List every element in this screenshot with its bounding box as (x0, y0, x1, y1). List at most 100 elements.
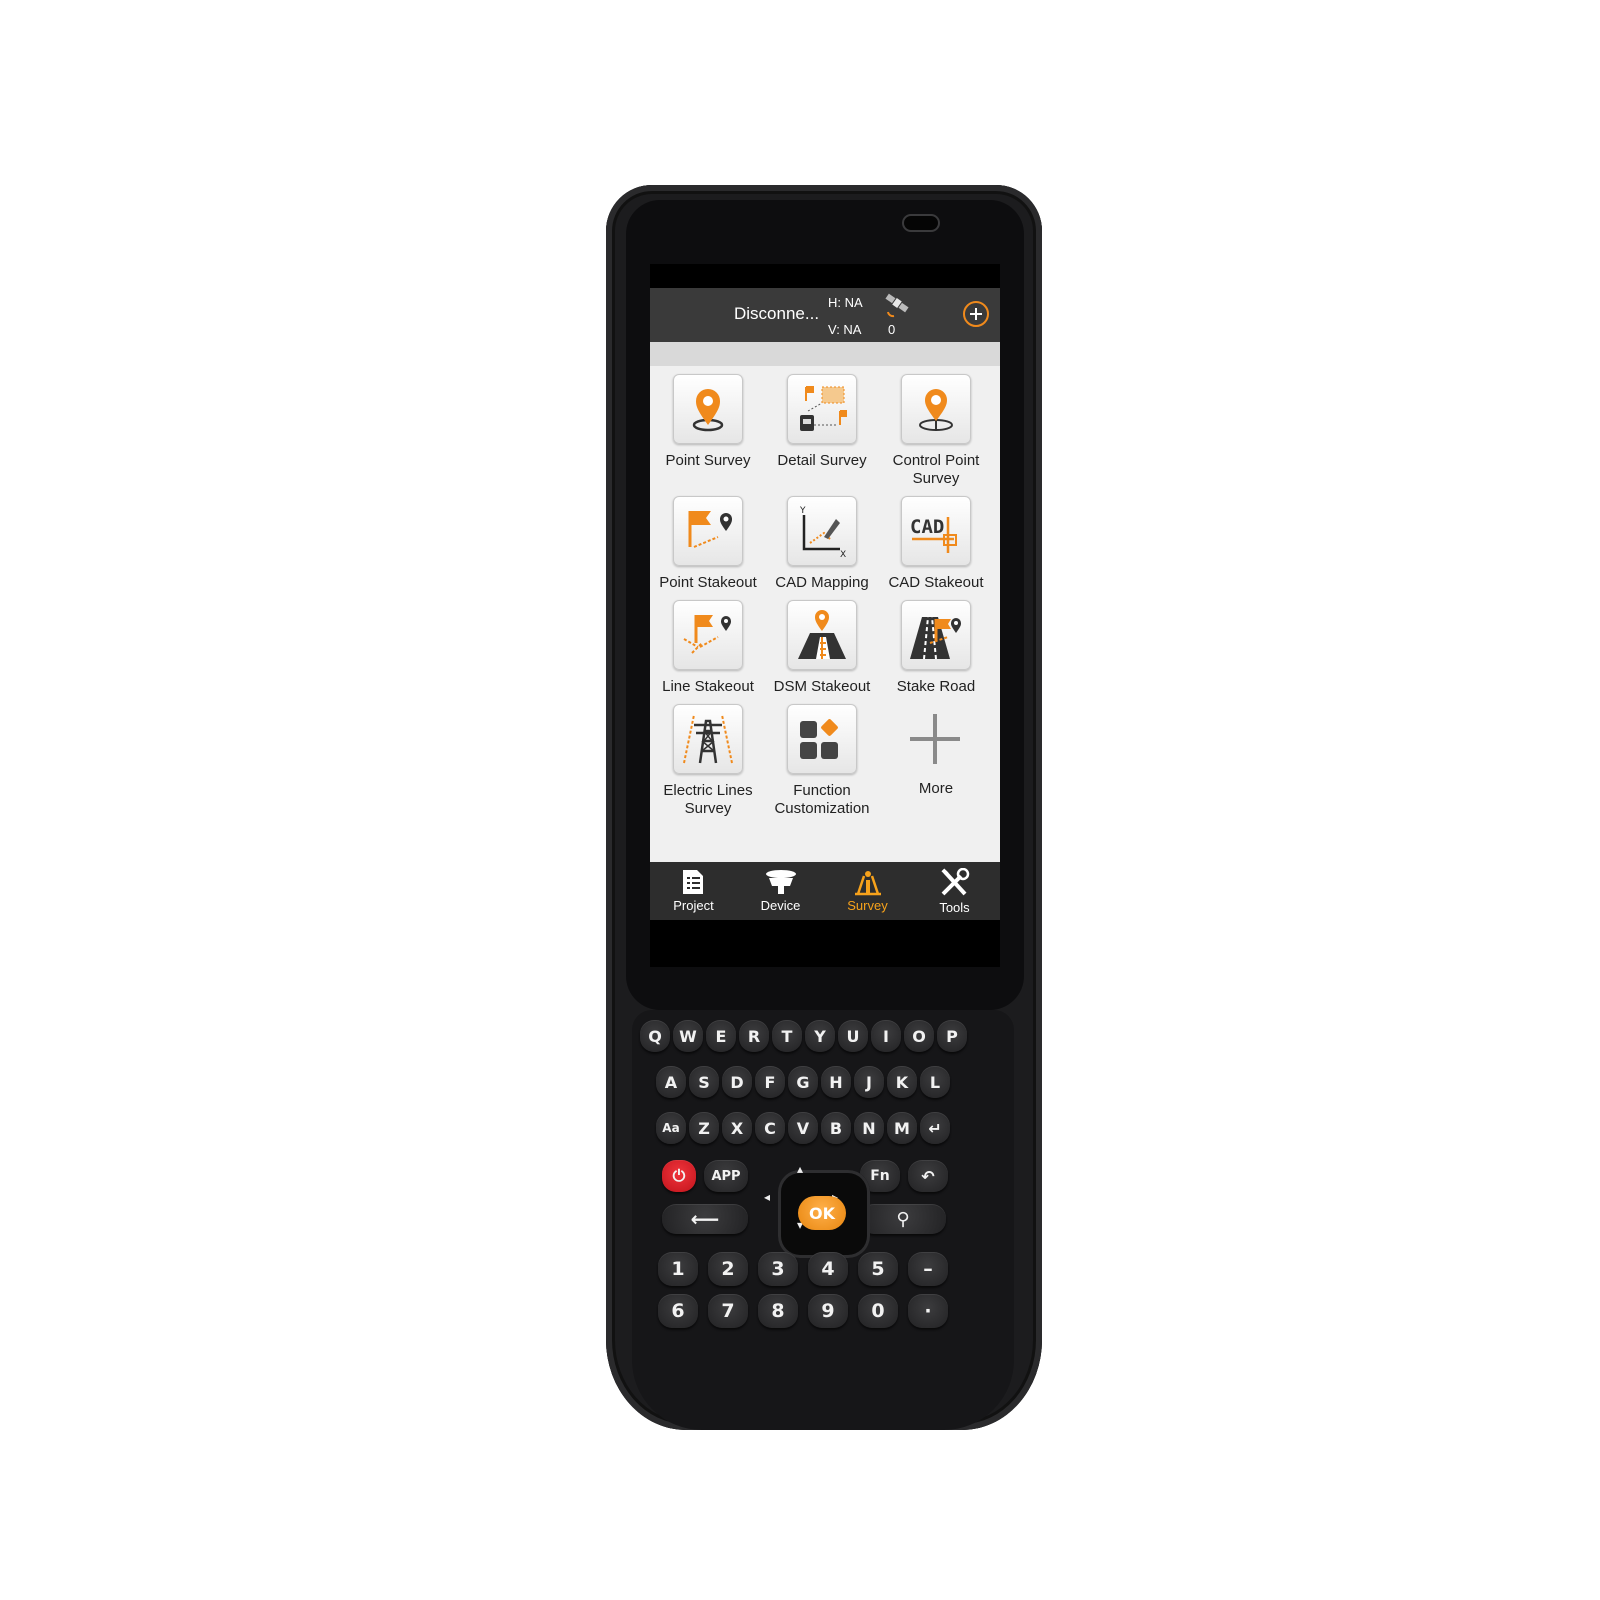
app-button[interactable]: APP (704, 1160, 748, 1192)
svg-text:X: X (840, 550, 846, 559)
nav-project[interactable]: Project (650, 862, 737, 920)
key-t[interactable]: T (772, 1020, 802, 1052)
dsm-stakeout-icon (787, 600, 857, 670)
key-f[interactable]: F (755, 1066, 785, 1098)
key-minus[interactable]: – (908, 1252, 948, 1286)
back-button[interactable]: ↶ (908, 1160, 948, 1192)
v-precision: V: NA (828, 322, 862, 337)
key-a[interactable]: A (656, 1066, 686, 1098)
key-4[interactable]: 4 (808, 1252, 848, 1286)
tile-cad-stakeout[interactable]: CAD CAD Stakeout (878, 496, 994, 592)
cad-mapping-icon: Y X (787, 496, 857, 566)
nav-label: Survey (847, 898, 888, 913)
cad-stakeout-icon: CAD (901, 496, 971, 566)
location-button[interactable]: ⚲ (860, 1204, 946, 1234)
key-g[interactable]: G (788, 1066, 818, 1098)
svg-text:CAD: CAD (910, 516, 944, 538)
tile-label: More (918, 780, 954, 797)
nav-survey[interactable]: Survey (824, 862, 911, 920)
tile-cad-mapping[interactable]: Y X CAD Mapping (764, 496, 880, 592)
earpiece (902, 214, 940, 232)
backspace-button[interactable]: ⟵ (662, 1204, 748, 1234)
ok-button[interactable]: OK (798, 1196, 846, 1230)
nav-label: Tools (939, 900, 970, 915)
dpad-up[interactable]: ▴ (797, 1162, 803, 1176)
connection-status[interactable]: Disconne... (734, 304, 819, 324)
key-s[interactable]: S (689, 1066, 719, 1098)
tile-label: Point Stakeout (659, 574, 757, 591)
tile-line-stakeout[interactable]: Line Stakeout (650, 600, 766, 696)
tile-label: CAD Stakeout (888, 574, 984, 591)
key-c[interactable]: C (755, 1112, 785, 1144)
screen: Disconne... H: NA V: NA 0 Point Survey D… (650, 264, 1000, 967)
satellite-icon[interactable] (882, 290, 912, 320)
dpad-left[interactable]: ◂ (764, 1190, 770, 1204)
key-r[interactable]: R (739, 1020, 769, 1052)
tile-stake-road[interactable]: Stake Road (878, 600, 994, 696)
tile-point-stakeout[interactable]: Point Stakeout (650, 496, 766, 592)
key-i[interactable]: I (871, 1020, 901, 1052)
tile-label: Line Stakeout (662, 678, 754, 695)
key-0[interactable]: 0 (858, 1294, 898, 1328)
tile-label: Detail Survey (777, 452, 867, 469)
key-7[interactable]: 7 (708, 1294, 748, 1328)
key-x[interactable]: X (722, 1112, 752, 1144)
nav-tools[interactable]: Tools (911, 862, 998, 920)
tile-dsm-stakeout[interactable]: DSM Stakeout (764, 600, 880, 696)
device-icon (765, 870, 796, 894)
key-2[interactable]: 2 (708, 1252, 748, 1286)
key-o[interactable]: O (904, 1020, 934, 1052)
key-h[interactable]: H (821, 1066, 851, 1098)
key-dot[interactable]: · (908, 1294, 948, 1328)
svg-text:Y: Y (799, 506, 806, 516)
tile-label: CAD Mapping (775, 574, 869, 591)
stake-road-icon (901, 600, 971, 670)
key-1[interactable]: 1 (658, 1252, 698, 1286)
key-v[interactable]: V (788, 1112, 818, 1144)
tile-control-point-survey[interactable]: Control Point Survey (878, 374, 994, 488)
tile-function-customization[interactable]: Function Customization (764, 704, 880, 818)
nav-device[interactable]: Device (737, 862, 824, 920)
tile-more[interactable]: More (878, 704, 994, 798)
control-point-survey-icon (901, 374, 971, 444)
plus-circle-icon[interactable] (963, 301, 989, 327)
status-bar: Disconne... H: NA V: NA 0 (650, 288, 1000, 342)
power-button[interactable]: ⏻ (662, 1160, 696, 1192)
project-icon (682, 870, 703, 894)
key-e[interactable]: E (706, 1020, 736, 1052)
key-y[interactable]: Y (805, 1020, 835, 1052)
key-m[interactable]: M (887, 1112, 917, 1144)
tile-label: Function Customization (774, 782, 870, 817)
plus-icon (902, 704, 970, 772)
key-j[interactable]: J (854, 1066, 884, 1098)
function-customization-icon (787, 704, 857, 774)
line-stakeout-icon (673, 600, 743, 670)
key-8[interactable]: 8 (758, 1294, 798, 1328)
key-6[interactable]: 6 (658, 1294, 698, 1328)
key-d[interactable]: D (722, 1066, 752, 1098)
key-n[interactable]: N (854, 1112, 884, 1144)
tile-point-survey[interactable]: Point Survey (650, 374, 766, 470)
key-b[interactable]: B (821, 1112, 851, 1144)
key-5[interactable]: 5 (858, 1252, 898, 1286)
tile-detail-survey[interactable]: Detail Survey (764, 374, 880, 470)
bottom-navigation: Project Device Survey Tools (650, 862, 1000, 920)
key-k[interactable]: K (887, 1066, 917, 1098)
tile-label: DSM Stakeout (773, 678, 871, 695)
key-z[interactable]: Z (689, 1112, 719, 1144)
key-q[interactable]: Q (640, 1020, 670, 1052)
key-3[interactable]: 3 (758, 1252, 798, 1286)
key-w[interactable]: W (673, 1020, 703, 1052)
key-l[interactable]: L (920, 1066, 950, 1098)
tile-label: Electric Lines Survey (663, 782, 753, 817)
key-case[interactable]: Aa (656, 1112, 686, 1144)
key-9[interactable]: 9 (808, 1294, 848, 1328)
electric-lines-icon (673, 704, 743, 774)
tools-icon (940, 868, 969, 896)
key-enter[interactable]: ↵ (920, 1112, 950, 1144)
tile-label: Control Point Survey (892, 452, 980, 487)
key-u[interactable]: U (838, 1020, 868, 1052)
nav-label: Project (673, 898, 714, 913)
tile-electric-lines-survey[interactable]: Electric Lines Survey (650, 704, 766, 818)
key-p[interactable]: P (937, 1020, 967, 1052)
